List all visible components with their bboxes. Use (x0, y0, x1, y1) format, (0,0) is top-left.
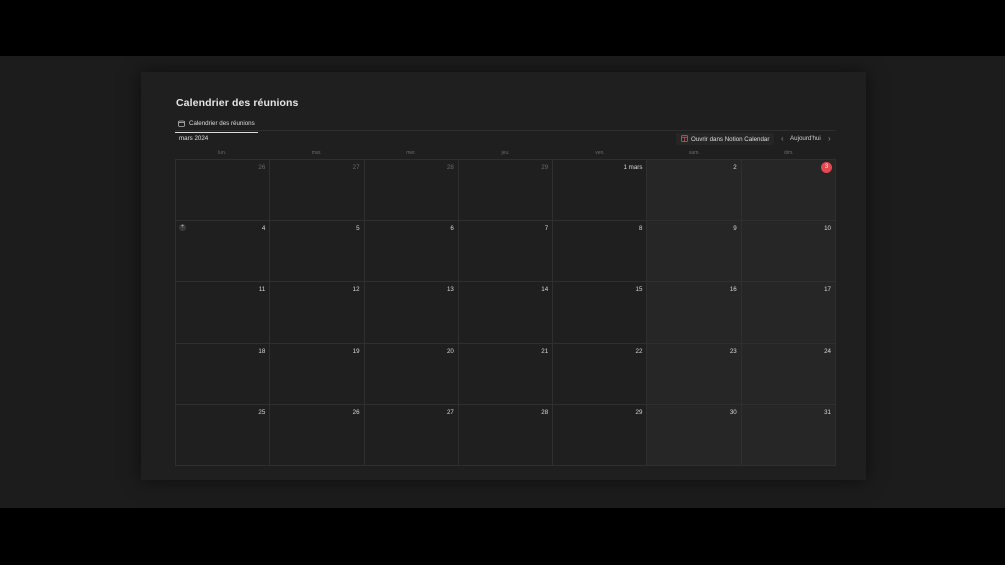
month-label: mars 2024 (179, 135, 209, 142)
notion-calendar-icon (681, 134, 688, 144)
day-number: 31 (824, 408, 831, 416)
calendar-day-cell[interactable]: 8 (553, 221, 648, 283)
tab-label: Calendrier des réunions (189, 119, 255, 127)
day-number: 30 (729, 408, 737, 416)
calendar-day-cell[interactable]: 25 (176, 404, 271, 466)
calendar-day-cell[interactable]: 9 (647, 221, 742, 283)
day-number: 5 (356, 225, 360, 233)
calendar-day-cell[interactable]: 17 (741, 282, 836, 344)
weekday-label: mer. (406, 150, 416, 156)
calendar-day-cell[interactable]: 29 (553, 404, 648, 466)
day-number: 27 (352, 164, 360, 171)
day-number: 28 (446, 164, 454, 171)
calendar-day-cell[interactable]: 19 (270, 343, 365, 405)
calendar-day-cell[interactable]: 26 (270, 404, 365, 466)
weekday-label: mar. (311, 150, 322, 156)
weekday-header: lun. mar. mer. jeu. ven. sam. dim. (175, 150, 836, 158)
day-number: 18 (258, 347, 266, 355)
day-number: 15 (635, 286, 643, 294)
calendar-day-cell[interactable]: 20 (364, 343, 459, 405)
day-number: 29 (541, 164, 549, 171)
calendar-day-cell[interactable]: 13 (364, 282, 459, 344)
weekday-label: dim. (784, 150, 794, 156)
day-number: 27 (446, 408, 454, 416)
weekday-label: jeu. (501, 150, 510, 156)
calendar-day-cell[interactable]: 12 (270, 282, 365, 344)
calendar-day-cell[interactable]: 26 (176, 160, 271, 222)
weekday-label: sam. (688, 150, 700, 156)
add-event-icon[interactable]: + (179, 224, 186, 232)
calendar-day-cell[interactable]: 5 (270, 221, 365, 283)
day-number: 2 (733, 164, 737, 171)
open-in-notion-calendar-label: Ouvrir dans Notion Calendar (691, 135, 770, 143)
calendar-day-cell[interactable]: 21 (458, 343, 554, 405)
calendar-day-cell[interactable]: 1 mars (553, 160, 648, 222)
day-number: 4 (261, 225, 266, 233)
day-number: 13 (446, 286, 454, 294)
day-number: 22 (635, 347, 643, 355)
day-number: 6 (450, 225, 454, 233)
calendar-day-cell[interactable]: 14 (458, 282, 554, 344)
day-number: 28 (541, 408, 549, 416)
calendar-day-cell[interactable]: 27 (270, 160, 365, 222)
calendar-day-cell[interactable]: 16 (647, 282, 742, 344)
calendar-day-cell[interactable]: +4 (176, 221, 271, 283)
today-date-badge: 3 (820, 162, 832, 173)
calendar-day-cell[interactable]: 29 (458, 160, 554, 222)
day-number: 14 (541, 286, 549, 294)
day-number: 19 (352, 347, 360, 355)
calendar-day-cell[interactable]: 11 (176, 282, 271, 344)
weekday-label: lun. (218, 150, 227, 156)
calendar-day-cell[interactable]: 28 (458, 404, 554, 466)
day-number: 8 (638, 225, 643, 233)
day-number: 26 (352, 408, 360, 416)
calendar-day-cell[interactable]: 2 (647, 160, 742, 222)
day-number: 21 (541, 347, 549, 355)
calendar-day-cell[interactable]: 24 (741, 343, 836, 405)
calendar-day-cell[interactable]: 3 (741, 160, 836, 222)
day-number: 24 (824, 347, 831, 355)
calendar-day-cell[interactable]: 28 (364, 160, 459, 222)
today-button[interactable]: Aujourd'hui (790, 135, 821, 142)
calendar-day-cell[interactable]: 10 (741, 221, 836, 283)
day-number: 11 (258, 286, 266, 294)
calendar-day-cell[interactable]: 15 (553, 282, 648, 344)
weekday-label: ven. (595, 150, 605, 156)
calendar-day-cell[interactable]: 23 (647, 343, 742, 405)
calendar-day-cell[interactable]: 18 (176, 343, 271, 405)
calendar-day-cell[interactable]: 22 (553, 343, 648, 405)
day-number: 17 (824, 286, 831, 294)
previous-month-button[interactable]: ‹ (781, 134, 784, 143)
day-number: 29 (635, 408, 643, 416)
day-number: 23 (729, 347, 737, 355)
day-number: 25 (258, 408, 266, 416)
day-number: 12 (352, 286, 360, 294)
day-number: 16 (729, 286, 737, 294)
day-number: 1 mars (623, 164, 643, 171)
day-number: 10 (824, 225, 831, 233)
month-grid: 26 27 28 29 1 mars 2 3 +4 5 6 7 8 9 10 11 12 13 14 15 16 17 1… (175, 159, 836, 466)
day-number: 7 (544, 225, 549, 233)
calendar-icon (178, 120, 185, 127)
open-in-notion-calendar-button[interactable]: Ouvrir dans Notion Calendar (676, 133, 775, 145)
calendar-day-cell[interactable]: 31 (741, 404, 836, 466)
letterbox-bottom (0, 508, 1005, 565)
calendar-day-cell[interactable]: 7 (458, 221, 554, 283)
tab-divider (175, 130, 836, 131)
day-number: 26 (258, 164, 266, 171)
next-month-button[interactable]: › (828, 134, 831, 143)
calendar-day-cell[interactable]: 27 (364, 404, 459, 466)
calendar-database: Calendrier des réunions Calendrier des r… (141, 72, 866, 480)
page-title: Calendrier des réunions (176, 97, 299, 109)
day-number: 20 (446, 347, 454, 355)
calendar-day-cell[interactable]: 6 (364, 221, 459, 283)
day-number: 9 (733, 225, 737, 233)
calendar-day-cell[interactable]: 30 (647, 404, 742, 466)
letterbox-top (0, 0, 1005, 56)
